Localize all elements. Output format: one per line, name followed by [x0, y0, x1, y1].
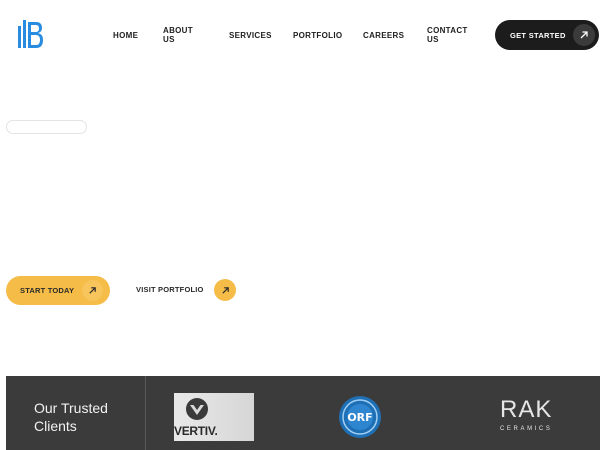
- nav-home[interactable]: HOME: [113, 31, 138, 40]
- visit-portfolio-link[interactable]: VISIT PORTFOLIO: [136, 285, 204, 294]
- orf-wordmark: ORF: [347, 411, 372, 424]
- trusted-clients-title: Our Trusted Clients: [34, 400, 108, 434]
- orf-logo: ORF: [339, 396, 381, 438]
- get-started-label: GET STARTED: [510, 30, 566, 40]
- nav-contact-us[interactable]: CONTACT US: [427, 26, 468, 44]
- nav-careers[interactable]: CAREERS: [363, 31, 404, 40]
- vertiv-mark-icon: [186, 398, 208, 420]
- rak-ceramics-logo: RAK CERAMICS: [500, 396, 580, 433]
- building-logo-icon[interactable]: [16, 16, 46, 50]
- vertiv-logo: VERTIV.: [174, 393, 254, 441]
- start-today-label: START TODAY: [20, 286, 75, 295]
- vertiv-wordmark: VERTIV.: [174, 424, 218, 438]
- band-divider: [145, 376, 146, 450]
- rak-sub-wordmark: CERAMICS: [500, 426, 553, 432]
- hero-tag-pill: [6, 120, 87, 134]
- arrow-up-right-icon: [82, 280, 103, 301]
- nav-services[interactable]: SERVICES: [229, 31, 272, 40]
- nav-about-us[interactable]: ABOUT US: [163, 26, 193, 44]
- trusted-clients-band: Our Trusted Clients VERTIV. ORF RAK CERA…: [6, 376, 600, 450]
- arrow-up-right-icon: [573, 24, 595, 46]
- start-today-button[interactable]: START TODAY: [6, 276, 110, 305]
- rak-wordmark: RAK: [500, 396, 553, 423]
- get-started-button[interactable]: GET STARTED: [495, 20, 599, 50]
- arrow-up-right-icon[interactable]: [214, 279, 236, 301]
- nav-portfolio[interactable]: PORTFOLIO: [293, 31, 342, 40]
